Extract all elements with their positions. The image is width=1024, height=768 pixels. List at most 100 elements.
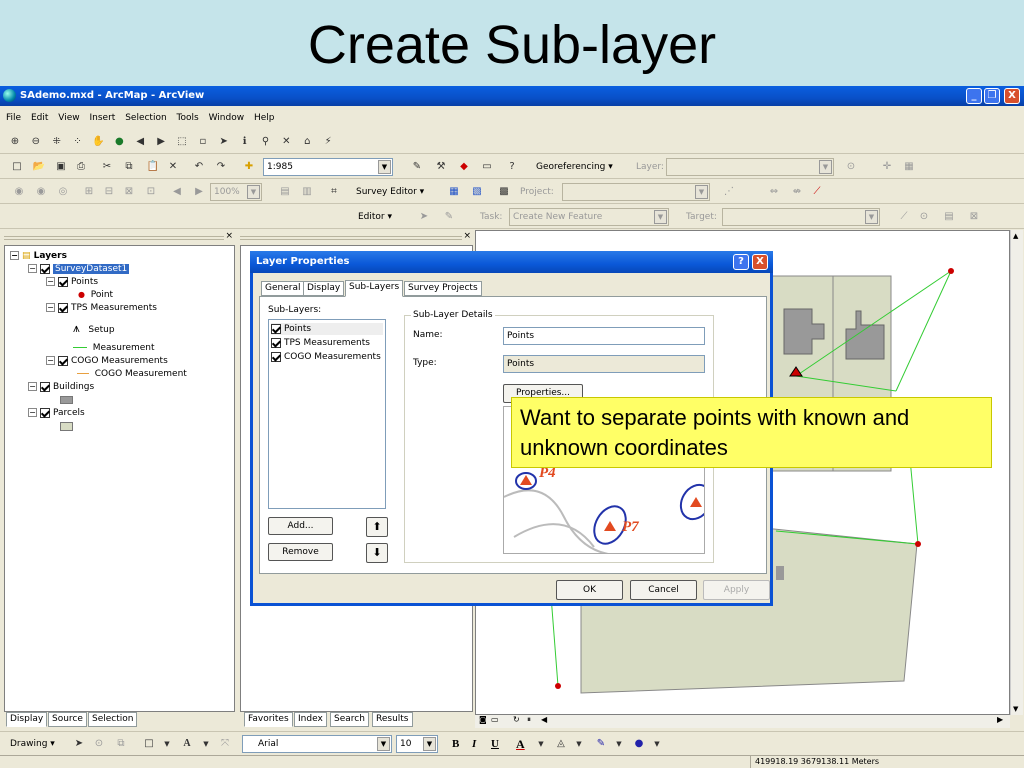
command-line-icon[interactable]: ▭ — [480, 160, 494, 174]
toolbox-red-icon[interactable]: ◆ — [457, 160, 471, 174]
sub-layer-item-cogo[interactable]: COGO Measurements — [271, 351, 381, 363]
layout-zoom-combo[interactable]: 100% ▼ — [210, 183, 262, 201]
go-to-xy-icon[interactable]: ✕ — [279, 135, 293, 149]
select-features-icon[interactable]: ⬚ — [175, 135, 189, 149]
underline-button[interactable]: U — [491, 732, 499, 756]
dataset-checkbox[interactable] — [40, 263, 50, 274]
measure-icon[interactable]: ⌂ — [300, 135, 314, 149]
collapse-icon[interactable]: − — [46, 277, 55, 286]
buildings-checkbox[interactable] — [40, 381, 50, 392]
chevron-down-icon[interactable]: ▼ — [865, 210, 878, 224]
cut-icon[interactable]: ✂ — [100, 160, 114, 174]
move-up-button[interactable]: ⬆ — [366, 517, 388, 537]
menu-selection[interactable]: Selection — [125, 113, 166, 123]
collapse-icon[interactable]: − — [28, 382, 37, 391]
measurement-line-6[interactable] — [895, 270, 952, 392]
marker-color-icon[interactable]: ● — [632, 737, 646, 751]
menu-view[interactable]: View — [58, 113, 79, 123]
font-color-button[interactable]: A — [516, 732, 525, 756]
survey-point[interactable] — [915, 541, 921, 547]
toc-titlebar[interactable]: × — [4, 231, 235, 243]
survey-explorer-icon[interactable]: ⌗ — [327, 185, 341, 199]
points-checkbox[interactable] — [58, 276, 68, 287]
collapse-icon[interactable]: − — [28, 264, 37, 273]
tab-search[interactable]: Search — [330, 712, 369, 727]
toc-buildings[interactable]: − Buildings — [28, 381, 94, 393]
drawing-menu[interactable]: Drawing ▾ — [10, 732, 55, 756]
layout-zoom-out-icon[interactable]: ⊟ — [102, 185, 116, 199]
layout-forward-icon[interactable]: ▶ — [192, 185, 206, 199]
sketch-pencil-icon[interactable]: ✎ — [442, 210, 456, 224]
layout-zoom-in-icon[interactable]: ⊞ — [82, 185, 96, 199]
italic-button[interactable]: I — [472, 732, 476, 756]
tab-general[interactable]: General — [261, 281, 305, 296]
cancel-button[interactable]: Cancel — [630, 580, 697, 600]
map-scale-combo[interactable]: 1:985 ▼ — [263, 158, 393, 176]
open-folder-icon[interactable]: 📂 — [32, 160, 46, 174]
edit-vertices-icon[interactable]: ⤧ — [218, 737, 232, 751]
select-elements-icon[interactable]: ➤ — [72, 737, 86, 751]
layout-fixed-out-icon[interactable]: ⊡ — [144, 185, 158, 199]
menu-help[interactable]: Help — [254, 113, 275, 123]
survey-tool-b-icon[interactable]: ⇔ — [767, 185, 781, 199]
toggle-draft-icon[interactable]: ▤ — [278, 185, 292, 199]
parcels-checkbox[interactable] — [40, 407, 50, 418]
layout-fixed-in-icon[interactable]: ⊠ — [122, 185, 136, 199]
georeferencing-menu[interactable]: Georeferencing ▾ — [536, 155, 613, 179]
editor-toolbar-icon[interactable]: ✎ — [410, 160, 424, 174]
chevron-down-icon[interactable]: ▼ — [247, 185, 260, 199]
survey-project-icon[interactable]: ▩ — [497, 185, 511, 199]
chevron-down-icon[interactable]: ▼ — [695, 185, 708, 199]
pause-icon[interactable]: ⏸ — [527, 715, 531, 725]
fixed-zoom-out-icon[interactable]: ⁘ — [71, 135, 85, 149]
tab-display[interactable]: Display — [6, 712, 48, 727]
tab-source[interactable]: Source — [48, 712, 87, 727]
select-elements-arrow-icon[interactable]: ➤ — [217, 135, 231, 149]
dialog-close-button[interactable]: X — [752, 254, 768, 270]
rotate-edit-icon[interactable]: ⊙ — [917, 210, 931, 224]
rectangle-icon[interactable]: □ — [142, 737, 156, 751]
arctoolbox-icon[interactable]: ⚒ — [434, 160, 448, 174]
clear-selection-icon[interactable]: ▫ — [196, 135, 210, 149]
copy-icon[interactable]: ⧉ — [122, 160, 136, 174]
toc-tps[interactable]: − TPS Measurements — [46, 302, 157, 314]
font-combo[interactable]: Arial ▼ — [242, 735, 392, 753]
full-extent-globe-icon[interactable]: ● — [112, 135, 126, 149]
tab-sub-layers[interactable]: Sub-Layers — [345, 280, 404, 297]
edit-arrow-icon[interactable]: ➤ — [417, 210, 431, 224]
survey-points-icon[interactable]: ▦ — [447, 185, 461, 199]
zoom-out-icon[interactable]: ⊖ — [29, 135, 43, 149]
ok-button[interactable]: OK — [556, 580, 623, 600]
dialog-help-button[interactable]: ? — [733, 254, 749, 270]
layout-view-icon[interactable]: ▭ — [491, 715, 499, 724]
tab-results[interactable]: Results — [372, 712, 413, 727]
pan-hand-icon[interactable]: ✋ — [92, 135, 106, 149]
layout-back-icon[interactable]: ◀ — [170, 185, 184, 199]
layer-combo[interactable]: ▼ — [666, 158, 834, 176]
hyperlink-bolt-icon[interactable]: ⚡ — [321, 135, 335, 149]
refresh-icon[interactable]: ↻ — [513, 715, 520, 724]
survey-editor-menu[interactable]: Survey Editor ▾ — [356, 180, 424, 204]
target-combo[interactable]: ▼ — [722, 208, 880, 226]
survey-measure-icon[interactable]: ▧ — [470, 185, 484, 199]
back-arrow-icon[interactable]: ◀ — [133, 135, 147, 149]
menu-edit[interactable]: Edit — [31, 113, 48, 123]
tab-selection[interactable]: Selection — [88, 712, 138, 727]
redo-icon[interactable]: ↷ — [214, 160, 228, 174]
close-button[interactable]: X — [1004, 88, 1020, 104]
move-down-button[interactable]: ⬇ — [366, 543, 388, 563]
font-size-combo[interactable]: 10 ▼ — [396, 735, 438, 753]
chevron-down-icon[interactable]: ▼ — [377, 737, 390, 751]
zoom-in-icon[interactable]: ⊕ — [8, 135, 22, 149]
rectangle-dropdown-icon[interactable]: ▼ — [160, 737, 174, 751]
cogo-checkbox[interactable] — [58, 355, 68, 366]
collapse-icon[interactable]: − — [10, 251, 19, 260]
split-icon[interactable]: ⟋ — [897, 210, 911, 224]
map-vertical-scrollbar[interactable]: ▲ ▼ — [1010, 230, 1023, 715]
toc-root[interactable]: − ▤ Layers — [10, 250, 67, 262]
toc-cogo[interactable]: − COGO Measurements — [46, 355, 168, 367]
new-document-icon[interactable]: □ — [10, 160, 24, 174]
toc-parcels[interactable]: − Parcels — [28, 407, 85, 419]
tab-favorites[interactable]: Favorites — [244, 712, 293, 727]
save-disk-icon[interactable]: ▣ — [54, 160, 68, 174]
